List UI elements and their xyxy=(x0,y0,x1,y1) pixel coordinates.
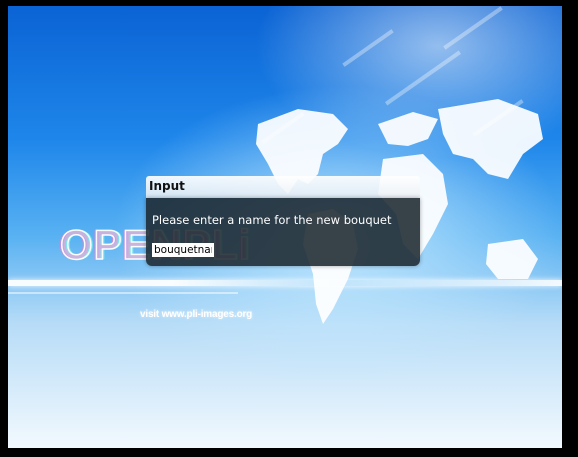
tv-screen: OPENPLi visit www.pli-images.org Input P… xyxy=(8,6,562,448)
logo-underline xyxy=(8,280,562,286)
dialog-prompt: Please enter a name for the new bouquet xyxy=(152,213,392,227)
logo-underline-secondary xyxy=(8,292,238,294)
light-streak xyxy=(443,6,503,50)
europe-shape xyxy=(378,112,438,146)
bouquet-name-input[interactable] xyxy=(152,243,214,257)
input-dialog: Please enter a name for the new bouquet xyxy=(146,198,420,266)
light-streak xyxy=(342,29,394,67)
australia-shape xyxy=(486,239,538,279)
input-dialog-titlebar: Input xyxy=(146,176,420,198)
asia-shape xyxy=(438,99,543,179)
dialog-title: Input xyxy=(149,179,185,193)
visit-url-text: visit www.pli-images.org xyxy=(140,309,253,320)
